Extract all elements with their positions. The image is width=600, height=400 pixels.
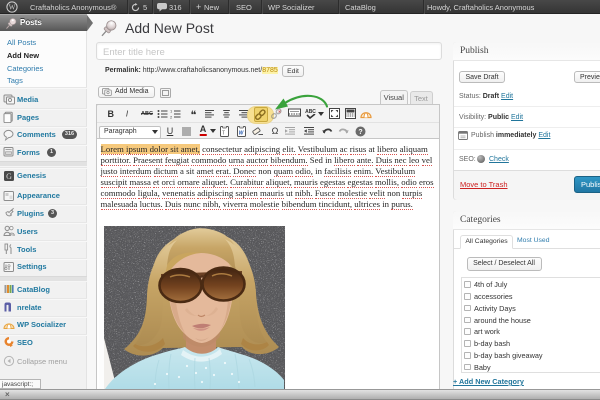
svg-text:G: G	[6, 172, 12, 181]
svg-text:W: W	[9, 4, 16, 12]
svg-text:T: T	[222, 130, 225, 136]
svg-text:1: 1	[170, 109, 173, 114]
svg-text:2: 2	[170, 114, 173, 119]
svg-text:?: ?	[358, 129, 362, 136]
